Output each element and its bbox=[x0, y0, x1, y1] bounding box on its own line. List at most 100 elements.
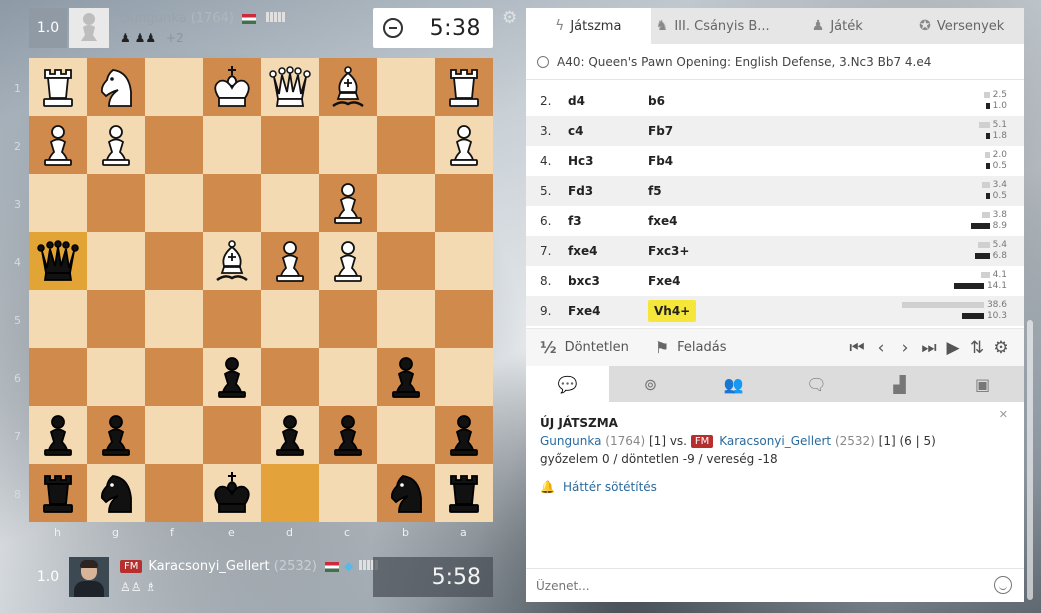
square-g7[interactable] bbox=[87, 406, 145, 464]
bottom-player-avatar[interactable] bbox=[69, 557, 109, 597]
close-icon[interactable]: ✕ bbox=[999, 408, 1008, 421]
chat-message-input[interactable] bbox=[536, 578, 976, 593]
gear-icon[interactable]: ⚙ bbox=[992, 338, 1010, 358]
square-a3[interactable] bbox=[435, 174, 493, 232]
square-b7[interactable] bbox=[377, 406, 435, 464]
black-pawn-icon[interactable] bbox=[323, 410, 373, 460]
square-f1[interactable] bbox=[145, 58, 203, 116]
black-rook-icon[interactable] bbox=[33, 468, 83, 518]
square-b6[interactable] bbox=[377, 348, 435, 406]
square-a2[interactable] bbox=[435, 116, 493, 174]
square-b2[interactable] bbox=[377, 116, 435, 174]
draw-offer-button[interactable]: ½ Döntetlen bbox=[540, 338, 629, 357]
square-e8[interactable] bbox=[203, 464, 261, 522]
square-h6[interactable] bbox=[29, 348, 87, 406]
white-move[interactable]: fxe4 bbox=[568, 244, 648, 258]
play-icon[interactable]: ▶ bbox=[944, 338, 962, 358]
square-h3[interactable] bbox=[29, 174, 87, 232]
chat-player2[interactable]: Karacsonyi_Gellert bbox=[719, 434, 831, 448]
black-move[interactable]: Fb4 bbox=[648, 154, 728, 168]
top-player-avatar[interactable] bbox=[69, 8, 109, 48]
black-king-icon[interactable] bbox=[207, 468, 257, 518]
square-a6[interactable] bbox=[435, 348, 493, 406]
white-rook-icon[interactable] bbox=[33, 62, 83, 112]
square-c3[interactable] bbox=[319, 174, 377, 232]
square-g2[interactable] bbox=[87, 116, 145, 174]
square-g1[interactable] bbox=[87, 58, 145, 116]
square-a4[interactable] bbox=[435, 232, 493, 290]
square-e6[interactable] bbox=[203, 348, 261, 406]
square-g6[interactable] bbox=[87, 348, 145, 406]
podium-icon[interactable]: ▟ bbox=[858, 366, 941, 402]
bottom-player-name-line[interactable]: FM Karacsonyi_Gellert (2532) ◆ bbox=[120, 559, 379, 574]
top-player-name[interactable]: Gungunka bbox=[120, 11, 187, 26]
tab-2[interactable]: ♟ Játék bbox=[775, 8, 900, 44]
square-h4[interactable] bbox=[29, 232, 87, 290]
square-a5[interactable] bbox=[435, 290, 493, 348]
square-h1[interactable] bbox=[29, 58, 87, 116]
white-pawn-icon[interactable] bbox=[265, 236, 315, 286]
white-move[interactable]: Fxe4 bbox=[568, 304, 648, 318]
square-h2[interactable] bbox=[29, 116, 87, 174]
white-knight-icon[interactable] bbox=[91, 62, 141, 112]
square-f3[interactable] bbox=[145, 174, 203, 232]
square-g5[interactable] bbox=[87, 290, 145, 348]
dim-background-label[interactable]: Háttér sötétítés bbox=[563, 480, 657, 494]
next-move-icon[interactable]: › bbox=[896, 338, 914, 358]
white-pawn-icon[interactable] bbox=[323, 178, 373, 228]
square-e4[interactable] bbox=[203, 232, 261, 290]
white-move[interactable]: f3 bbox=[568, 214, 648, 228]
white-pawn-icon[interactable] bbox=[439, 120, 489, 170]
chat-bubble-icon[interactable]: 💬 bbox=[526, 366, 609, 402]
black-move[interactable]: f5 bbox=[648, 184, 728, 198]
square-d5[interactable] bbox=[261, 290, 319, 348]
tab-0[interactable]: ϟ Játszma bbox=[526, 8, 651, 44]
square-b4[interactable] bbox=[377, 232, 435, 290]
black-move[interactable]: Fb7 bbox=[648, 124, 728, 138]
white-move[interactable]: c4 bbox=[568, 124, 648, 138]
camera-icon[interactable]: ▣ bbox=[941, 366, 1024, 402]
comments-icon[interactable]: 🗨 bbox=[775, 366, 858, 402]
black-knight-icon[interactable] bbox=[91, 468, 141, 518]
white-move[interactable]: d4 bbox=[568, 94, 648, 108]
last-move-icon[interactable]: ⏭ bbox=[920, 338, 938, 358]
square-f2[interactable] bbox=[145, 116, 203, 174]
tab-1[interactable]: ♞ III. Csányis B... bbox=[651, 8, 776, 44]
black-move[interactable]: fxe4 bbox=[648, 214, 728, 228]
flip-board-icon[interactable]: ⇅ bbox=[968, 338, 986, 358]
white-bishop-icon[interactable] bbox=[207, 236, 257, 286]
white-move[interactable]: Hc3 bbox=[568, 154, 648, 168]
white-move[interactable]: Fd3 bbox=[568, 184, 648, 198]
black-pawn-icon[interactable] bbox=[439, 410, 489, 460]
square-c2[interactable] bbox=[319, 116, 377, 174]
square-e2[interactable] bbox=[203, 116, 261, 174]
black-move[interactable]: Fxc3+ bbox=[648, 244, 728, 258]
dim-background-toggle[interactable]: 🔔 Háttér sötétítés bbox=[540, 480, 1010, 494]
square-f7[interactable] bbox=[145, 406, 203, 464]
square-e5[interactable] bbox=[203, 290, 261, 348]
square-f6[interactable] bbox=[145, 348, 203, 406]
white-queen-icon[interactable] bbox=[265, 62, 315, 112]
square-d6[interactable] bbox=[261, 348, 319, 406]
prev-move-icon[interactable]: ‹ bbox=[872, 338, 890, 358]
chess-board[interactable] bbox=[29, 58, 493, 522]
square-c6[interactable] bbox=[319, 348, 377, 406]
binoculars-icon[interactable]: ⊚ bbox=[609, 366, 692, 402]
chat-player1[interactable]: Gungunka bbox=[540, 434, 601, 448]
square-h7[interactable] bbox=[29, 406, 87, 464]
white-rook-icon[interactable] bbox=[439, 62, 489, 112]
square-c8[interactable] bbox=[319, 464, 377, 522]
white-bishop-icon[interactable] bbox=[323, 62, 373, 112]
square-d8[interactable] bbox=[261, 464, 319, 522]
square-d3[interactable] bbox=[261, 174, 319, 232]
square-e7[interactable] bbox=[203, 406, 261, 464]
black-pawn-icon[interactable] bbox=[91, 410, 141, 460]
bottom-player-name[interactable]: Karacsonyi_Gellert bbox=[148, 559, 269, 574]
black-knight-icon[interactable] bbox=[381, 468, 431, 518]
first-move-icon[interactable]: ⏮ bbox=[848, 338, 866, 358]
white-pawn-icon[interactable] bbox=[91, 120, 141, 170]
square-b8[interactable] bbox=[377, 464, 435, 522]
users-icon[interactable]: 👥 bbox=[692, 366, 775, 402]
square-f8[interactable] bbox=[145, 464, 203, 522]
black-pawn-icon[interactable] bbox=[207, 352, 257, 402]
